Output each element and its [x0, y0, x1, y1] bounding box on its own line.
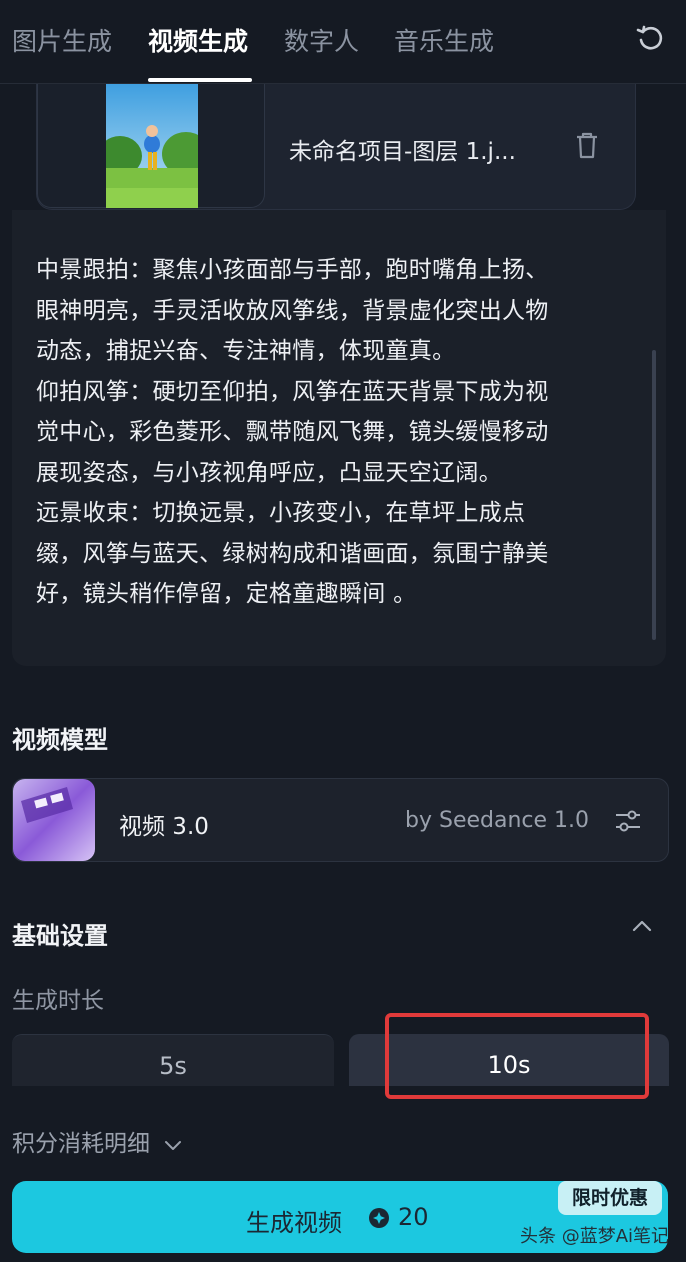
model-thumbnail-image: [13, 779, 95, 861]
tab-bar: 图片生成 视频生成 数字人 音乐生成: [0, 0, 686, 84]
basic-settings-label: 基础设置: [12, 922, 108, 950]
uploaded-file-card: 未命名项目-图层 1.j...: [36, 84, 636, 210]
watermark-text: 头条 @蓝梦Ai笔记: [520, 1226, 670, 1247]
active-tab-indicator: [148, 78, 252, 82]
refresh-icon[interactable]: [634, 24, 666, 56]
settings-sliders-icon[interactable]: [613, 806, 643, 836]
prompt-text[interactable]: 中景跟拍：聚焦小孩面部与手部，跑时嘴角上扬、 眼神明亮，手灵活收放风筝线，背景虚…: [36, 250, 632, 615]
tab-music-generation[interactable]: 音乐生成: [394, 22, 494, 58]
file-thumbnail-frame: [37, 84, 265, 208]
file-thumbnail-image: [106, 84, 198, 208]
prompt-textarea[interactable]: 中景跟拍：聚焦小孩面部与手部，跑时嘴角上扬、 眼神明亮，手灵活收放风筝线，背景虚…: [12, 210, 666, 666]
duration-label: 生成时长: [12, 988, 104, 1014]
chevron-down-icon: [165, 1140, 181, 1150]
trash-icon[interactable]: [573, 130, 601, 160]
model-provider: by Seedance 1.0: [405, 808, 590, 833]
points-icon: [369, 1208, 389, 1228]
points-detail-toggle[interactable]: 积分消耗明细: [12, 1124, 182, 1158]
generate-video-label: 生成视频: [246, 1209, 342, 1237]
annotation-highlight-box: [385, 1013, 649, 1099]
video-model-label: 视频模型: [12, 726, 108, 754]
file-name: 未命名项目-图层 1.j...: [289, 139, 516, 165]
tab-image-generation[interactable]: 图片生成: [12, 22, 112, 58]
prompt-scrollbar[interactable]: [652, 350, 656, 640]
generate-cost: 20: [398, 1203, 429, 1231]
tab-digital-human[interactable]: 数字人: [284, 22, 359, 58]
model-selector[interactable]: 视频 3.0 by Seedance 1.0: [12, 778, 669, 862]
model-name: 视频 3.0: [119, 814, 209, 840]
promo-badge: 限时优惠: [558, 1181, 662, 1215]
duration-5s-button[interactable]: 5s: [12, 1034, 334, 1086]
points-detail-label: 积分消耗明细: [12, 1131, 150, 1157]
chevron-up-icon[interactable]: [630, 918, 654, 934]
tab-video-generation[interactable]: 视频生成: [148, 22, 248, 58]
